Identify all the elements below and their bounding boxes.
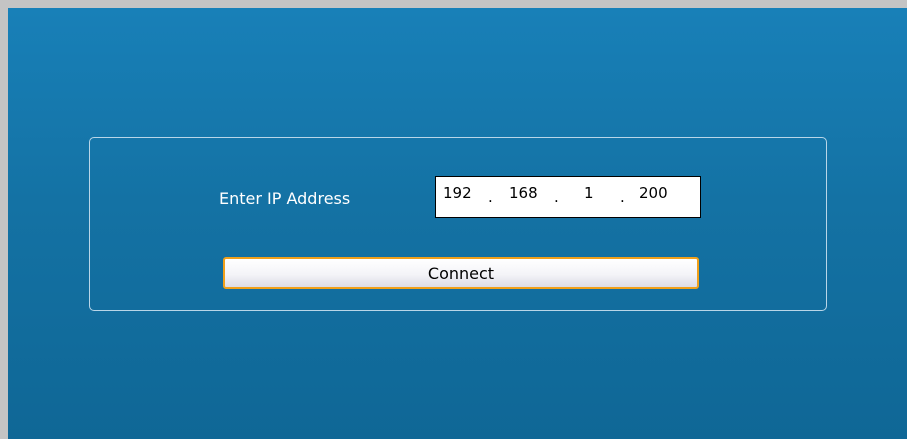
- ip-octet-1[interactable]: [443, 182, 483, 204]
- window-frame: Enter IP Address . . . Connect: [0, 0, 907, 439]
- ip-address-field[interactable]: . . .: [435, 176, 701, 218]
- ip-octet-4[interactable]: [639, 182, 679, 204]
- ip-address-label: Enter IP Address: [219, 189, 351, 208]
- connection-panel: Enter IP Address . . . Connect: [8, 8, 907, 439]
- ip-separator-1: .: [488, 188, 493, 206]
- ip-separator-3: .: [620, 188, 625, 206]
- ip-octet-3[interactable]: [584, 182, 614, 204]
- ip-octet-2[interactable]: [509, 182, 549, 204]
- connect-button[interactable]: Connect: [223, 257, 699, 289]
- ip-separator-2: .: [554, 188, 559, 206]
